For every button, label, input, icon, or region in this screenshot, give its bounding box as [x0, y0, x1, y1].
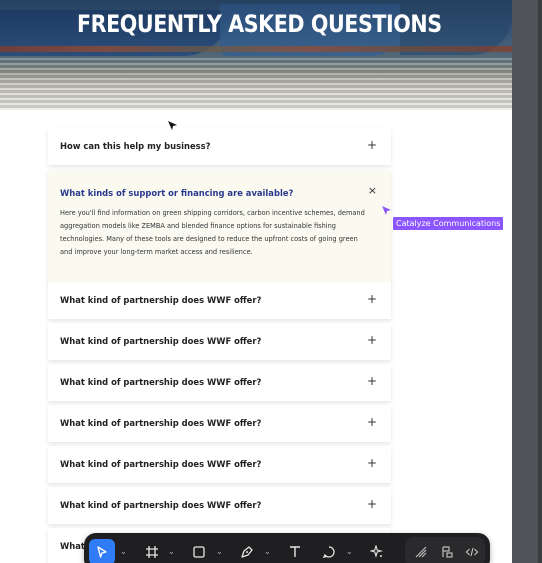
prototype-mode-button[interactable]: [436, 539, 458, 563]
faq-question: What: [60, 541, 85, 551]
text-icon: [290, 546, 300, 557]
pen-tool-button[interactable]: [237, 539, 257, 563]
plus-icon[interactable]: +: [367, 415, 377, 429]
faq-question: What kind of partnership does WWF offer?: [60, 500, 262, 510]
dev-mode-button[interactable]: [461, 539, 483, 563]
canvas-background: [512, 0, 542, 563]
faq-question: What kind of partnership does WWF offer?: [60, 336, 262, 346]
frame-icon: [146, 546, 158, 558]
plus-icon[interactable]: +: [367, 456, 377, 470]
ai-actions-button[interactable]: [367, 539, 387, 563]
plus-icon[interactable]: +: [367, 292, 377, 306]
faq-item-expanded[interactable]: What kinds of support or financing are a…: [48, 170, 391, 284]
rectangle-icon: [193, 546, 205, 558]
text-tool-button[interactable]: [285, 539, 305, 563]
faq-question: What kind of partnership does WWF offer?: [60, 377, 262, 387]
pointer-icon: [97, 546, 107, 558]
collaborator-name-tag: Catalyze Communications: [393, 217, 504, 230]
cursor-icon: [168, 121, 177, 130]
faq-item[interactable]: What kind of partnership does WWF offer?…: [48, 364, 391, 401]
shape-tool-button[interactable]: [189, 539, 209, 563]
sparkle-icon: [370, 545, 384, 558]
code-icon: [465, 547, 479, 557]
faq-item[interactable]: What kind of partnership does WWF offer?…: [48, 282, 391, 319]
faq-question: How can this help my business?: [60, 141, 211, 151]
design-mode-button[interactable]: [410, 539, 432, 563]
plus-icon[interactable]: +: [367, 497, 377, 511]
page-title: FREQUENTLY ASKED QUESTIONS: [77, 10, 442, 38]
chevron-down-icon[interactable]: ⌄: [120, 547, 127, 556]
hero-banner: FREQUENTLY ASKED QUESTIONS: [0, 0, 512, 110]
plus-icon[interactable]: +: [367, 374, 377, 388]
hero-hull-stripe: [0, 46, 512, 52]
chevron-down-icon[interactable]: ⌄: [264, 547, 271, 556]
comment-icon: [322, 546, 335, 559]
faq-item[interactable]: What kind of partnership does WWF offer?…: [48, 323, 391, 360]
design-mode-icon: [415, 546, 427, 558]
comment-tool-button[interactable]: [319, 539, 339, 563]
faq-item[interactable]: What kind of partnership does WWF offer?…: [48, 405, 391, 442]
faq-item[interactable]: What kind of partnership does WWF offer?…: [48, 446, 391, 483]
faq-answer: Here you'll find information on green sh…: [60, 209, 365, 256]
chevron-down-icon[interactable]: ⌄: [346, 547, 353, 556]
pen-icon: [241, 546, 253, 558]
scrollbar[interactable]: [538, 0, 542, 563]
close-icon[interactable]: ×: [368, 184, 377, 198]
hero-water: [0, 58, 512, 110]
design-toolbar: ⌄ ⌄ ⌄ ⌄ ⌄: [84, 533, 490, 563]
faq-question: What kind of partnership does WWF offer?: [60, 459, 262, 469]
move-tool-button[interactable]: [89, 539, 115, 563]
webpage-canvas: FREQUENTLY ASKED QUESTIONS How can this …: [0, 0, 512, 563]
prototype-mode-icon: [442, 546, 453, 558]
collaborator-cursor-icon: [382, 206, 391, 215]
frame-tool-button[interactable]: [142, 539, 162, 563]
plus-icon[interactable]: +: [367, 333, 377, 347]
faq-question: What kinds of support or financing are a…: [60, 188, 294, 198]
faq-question: What kind of partnership does WWF offer?: [60, 418, 262, 428]
faq-item[interactable]: What kind of partnership does WWF offer?…: [48, 487, 391, 524]
faq-question: What kind of partnership does WWF offer?: [60, 295, 262, 305]
plus-icon[interactable]: +: [367, 138, 377, 152]
faq-item[interactable]: How can this help my business? +: [48, 128, 391, 165]
chevron-down-icon[interactable]: ⌄: [168, 547, 175, 556]
chevron-down-icon[interactable]: ⌄: [216, 547, 223, 556]
